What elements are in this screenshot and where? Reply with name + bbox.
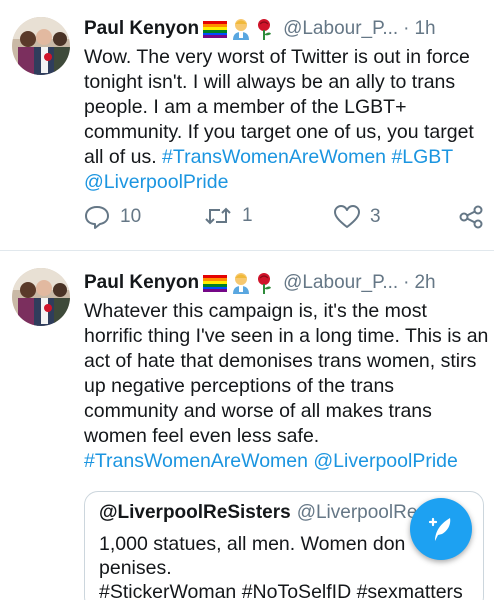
quoted-tweet-header: @LiverpoolReSisters @LiverpoolRe [99, 502, 417, 524]
tweet-line: act of hate that demonises trans women, … [84, 350, 477, 372]
tweet-line: up negative perceptions of the trans [84, 375, 395, 397]
quoted-author-handle: @LiverpoolRe [296, 502, 418, 523]
author-handle[interactable]: @Labour_P... [283, 272, 398, 294]
timestamp[interactable]: 1h [414, 18, 435, 40]
tweet-line: Wow. The very worst of Twitter is out in… [84, 46, 470, 68]
retweet-count: 1 [242, 205, 253, 226]
tweet-line: all of us. #TransWomenAreWomen #LGBT [84, 145, 482, 170]
compose-tweet-button[interactable] [410, 498, 472, 560]
hashtag-link[interactable]: #TransWomenAreWomen @LiverpoolPride [84, 449, 482, 474]
avatar[interactable] [12, 268, 70, 326]
quoted-line: penises. [99, 557, 172, 579]
timestamp[interactable]: 2h [414, 272, 435, 294]
tweet-line-text: all of us. [84, 146, 163, 168]
rainbow-flag-icon [203, 20, 228, 38]
heart-icon [334, 205, 360, 228]
man-emoji-icon [231, 272, 251, 294]
tweet-line: Whatever this campaign is, it's the most [84, 300, 427, 322]
share-icon [459, 205, 483, 229]
share-button[interactable] [458, 205, 484, 229]
quoted-line: 1,000 statues, all men. Women don [99, 533, 406, 555]
tweet-line: tonight isn't. I will always be an ally … [84, 71, 456, 93]
separator: · [403, 18, 410, 39]
tweet-actions: 10 1 3 [84, 205, 484, 235]
like-button[interactable]: 3 [334, 205, 381, 229]
retweet-icon [205, 207, 231, 225]
hashtag-link[interactable]: #TransWomenAreWomen #LGBT [162, 146, 453, 168]
tweet-line: people. I am a member of the LGBT+ [84, 96, 407, 118]
reply-icon [85, 206, 109, 229]
tweet-line: community and worse of all makes trans [84, 400, 432, 422]
tweet-line: horrific thing I've seen in a long time.… [84, 325, 489, 347]
avatar[interactable] [12, 17, 70, 75]
quoted-tweet-text: 1,000 statues, all men. Women don penise… [99, 532, 463, 600]
like-count: 3 [370, 206, 381, 227]
rainbow-flag-icon [203, 274, 228, 292]
separator: · [403, 272, 410, 293]
retweet-button[interactable]: 1 [204, 205, 253, 227]
tweet[interactable]: Paul Kenyon [0, 0, 494, 250]
tweet-header: Paul Kenyon [84, 270, 488, 296]
quoted-line: #StickerWoman #NoToSelfID #sexmatters [99, 581, 463, 600]
author-name[interactable]: Paul Kenyon [84, 18, 199, 40]
author-name[interactable]: Paul Kenyon [84, 272, 199, 294]
red-rose-icon [255, 272, 273, 294]
tweet-line: women feel even less safe. [84, 425, 320, 447]
tweet-text: Whatever this campaign is, it's the most… [84, 299, 489, 474]
reply-count: 10 [120, 206, 142, 227]
reply-button[interactable]: 10 [84, 205, 141, 229]
tweet-text: Wow. The very worst of Twitter is out in… [84, 45, 482, 195]
tweet-header: Paul Kenyon [84, 16, 488, 42]
author-handle[interactable]: @Labour_P... [283, 18, 398, 40]
tweet-line: community. If you target one of us, you … [84, 121, 474, 143]
quoted-author-name: @LiverpoolReSisters [99, 502, 291, 523]
mention-link[interactable]: @LiverpoolPride [84, 170, 482, 195]
man-emoji-icon [231, 18, 251, 40]
red-rose-icon [255, 18, 273, 40]
compose-tweet-icon [428, 517, 451, 541]
